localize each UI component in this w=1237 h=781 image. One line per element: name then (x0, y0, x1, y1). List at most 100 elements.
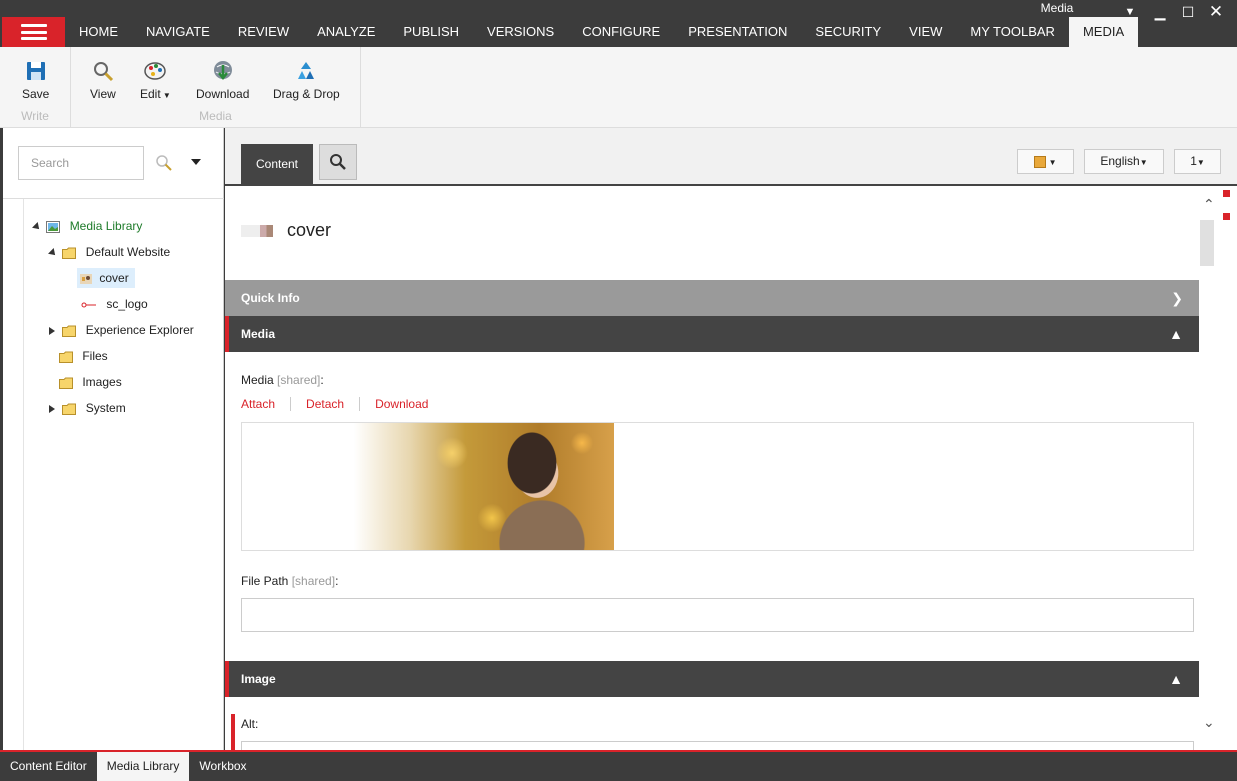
tab-analyze[interactable]: ANALYZE (303, 17, 389, 47)
section-title: Media (241, 327, 276, 341)
cover-image (242, 423, 614, 550)
section-quick-info[interactable]: Quick Info ❯ (225, 280, 1199, 316)
tab-publish[interactable]: PUBLISH (389, 17, 473, 47)
file-path-input[interactable] (241, 598, 1194, 632)
logo-image-icon (81, 302, 96, 308)
tree-guide-line (23, 199, 24, 750)
window-title: Media (1040, 1, 1074, 15)
tree-item-system[interactable]: System (49, 398, 126, 418)
attach-link[interactable]: Attach (241, 397, 275, 411)
tree-item-default-website[interactable]: Default Website (48, 242, 171, 262)
tab-review[interactable]: REVIEW (224, 17, 303, 47)
search-options-dropdown-icon[interactable] (191, 159, 201, 165)
language-selector[interactable]: English▼ (1084, 149, 1164, 174)
tree-item-images[interactable]: Images (59, 372, 122, 392)
media-actions: Attach Detach Download (241, 397, 428, 411)
tree-item-label: Default Website (85, 245, 171, 259)
download-button[interactable]: Download (196, 59, 249, 101)
tree-item-label: Media Library (69, 219, 143, 233)
chevron-down-icon[interactable]: ❯ (1171, 280, 1183, 316)
search-tab[interactable] (319, 144, 357, 180)
item-name: cover (287, 220, 332, 240)
close-icon[interactable]: ✕ (1206, 2, 1226, 22)
tree-item-experience-explorer[interactable]: Experience Explorer (49, 320, 194, 340)
expanded-arrow-icon[interactable] (32, 221, 42, 232)
download-link[interactable]: Download (375, 397, 428, 411)
content-editor-area: Content ▼ English▼ 1▼ cover Quick Info ❯… (225, 128, 1237, 750)
hamburger-menu-button[interactable] (2, 17, 65, 47)
folder-icon (59, 377, 73, 389)
validation-marker[interactable] (1223, 213, 1230, 220)
bottom-app-tabs: Content Editor Media Library Workbox (0, 750, 1237, 781)
collapsed-arrow-icon[interactable] (49, 404, 55, 413)
window-dropdown-icon[interactable]: ▼ (1120, 2, 1140, 22)
chevron-up-icon[interactable]: ▲ (1169, 661, 1183, 697)
shared-tag: [shared] (277, 373, 321, 387)
section-image[interactable]: Image ▲ (225, 661, 1199, 697)
tree-item-sc-logo[interactable]: sc_logo (81, 294, 148, 314)
edit-label: Edit (140, 87, 161, 101)
folder-icon (59, 351, 73, 363)
version-value: 1 (1190, 154, 1197, 168)
section-media[interactable]: Media ▲ (225, 316, 1199, 352)
folder-icon (62, 325, 77, 337)
tab-my-toolbar[interactable]: MY TOOLBAR (956, 17, 1069, 47)
maximize-icon[interactable]: ☐ (1178, 2, 1198, 22)
search-icon (330, 154, 346, 170)
save-label: Save (22, 87, 50, 101)
scrollbar-thumb[interactable] (1200, 220, 1214, 266)
media-preview (241, 422, 1194, 551)
save-icon (26, 62, 45, 80)
ribbon-group-media: View Edit ▼ Download Drag & Drop Media (71, 47, 361, 127)
chevron-up-icon[interactable]: ▲ (1169, 316, 1183, 352)
tab-navigate[interactable]: NAVIGATE (132, 17, 224, 47)
editor-scrollbar[interactable]: ⌃ ⌄ (1199, 186, 1237, 750)
item-thumbnail (241, 225, 273, 238)
item-editor: cover Quick Info ❯ Media ▲ Media [shared… (225, 186, 1199, 750)
image-library-icon (46, 220, 61, 233)
alt-field-label: Alt: (241, 717, 259, 731)
collapsed-arrow-icon[interactable] (49, 326, 55, 335)
magnifier-icon (93, 62, 113, 82)
tree-item-media-library[interactable]: Media Library (32, 216, 143, 236)
version-selector[interactable]: 1▼ (1174, 149, 1221, 174)
edit-button[interactable]: Edit ▼ (140, 59, 171, 101)
folder-icon (62, 403, 77, 415)
search-icon[interactable] (155, 154, 173, 172)
tree-item-files[interactable]: Files (59, 346, 108, 366)
tab-workbox[interactable]: Workbox (189, 752, 256, 781)
drag-drop-label: Drag & Drop (273, 87, 340, 101)
tree-item-label: cover (99, 271, 129, 285)
alt-input[interactable] (241, 741, 1194, 750)
ribbon-group-media-label: Media (199, 109, 232, 123)
tab-presentation[interactable]: PRESENTATION (674, 17, 801, 47)
shared-tag: [shared] (291, 574, 336, 588)
view-button[interactable]: View (90, 59, 116, 101)
detach-link[interactable]: Detach (306, 397, 344, 411)
tree-item-label: System (85, 401, 126, 415)
tab-security[interactable]: SECURITY (801, 17, 895, 47)
validation-marker[interactable] (1223, 190, 1230, 197)
top-menu-bar: HOME NAVIGATE REVIEW ANALYZE PUBLISH VER… (0, 0, 1237, 47)
expanded-arrow-icon[interactable] (48, 247, 58, 258)
dropdown-arrow-icon: ▼ (1196, 158, 1205, 167)
tree-item-label: Experience Explorer (85, 323, 194, 337)
scroll-up-icon[interactable]: ⌃ (1203, 196, 1215, 213)
tab-home[interactable]: HOME (65, 17, 132, 47)
tab-view[interactable]: VIEW (895, 17, 956, 47)
tab-content[interactable]: Content (241, 144, 313, 184)
tree-item-cover[interactable]: cover (77, 268, 135, 288)
tab-configure[interactable]: CONFIGURE (568, 17, 674, 47)
drag-drop-button[interactable]: Drag & Drop (273, 59, 340, 101)
search-input[interactable]: Search (18, 146, 144, 180)
tab-media-library[interactable]: Media Library (96, 752, 190, 781)
tab-content-editor[interactable]: Content Editor (0, 752, 97, 781)
view-label: View (90, 87, 116, 101)
hamburger-icon (20, 24, 47, 40)
save-button[interactable]: Save (22, 59, 49, 101)
tab-versions[interactable]: VERSIONS (473, 17, 568, 47)
field-label-text: Media (241, 373, 274, 387)
item-options-button[interactable]: ▼ (1017, 149, 1074, 174)
minimize-icon[interactable]: ▁ (1150, 2, 1170, 22)
scroll-down-icon[interactable]: ⌄ (1203, 714, 1215, 731)
